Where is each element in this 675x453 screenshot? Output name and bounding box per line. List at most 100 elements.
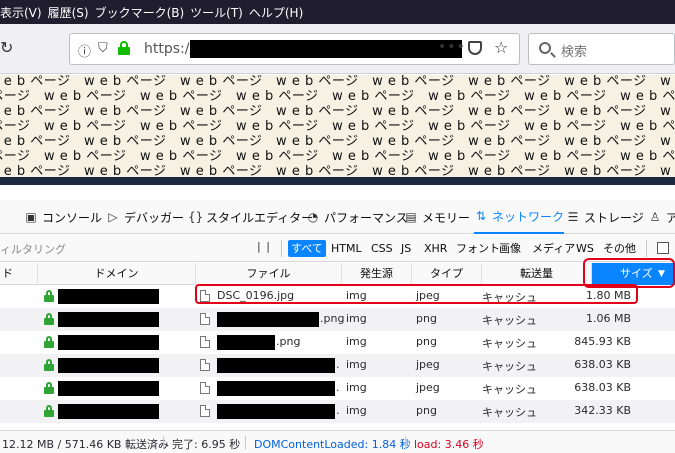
tab-network[interactable]: ⇅ ネットワーク	[474, 200, 565, 234]
filter-js[interactable]: JS	[398, 240, 414, 257]
table-row[interactable]: . img jpeg キャッシュ 638.03 KB	[0, 354, 675, 377]
filter-css[interactable]: CSS	[368, 240, 396, 257]
row-cause: img	[346, 404, 367, 417]
style-editor-icon: {}	[188, 210, 204, 224]
row-file: .png	[320, 312, 345, 325]
column-cause[interactable]: 発生源	[342, 263, 412, 285]
row-transferred: キャッシュ	[482, 360, 537, 373]
row-type: jpeg	[416, 381, 440, 394]
redacted-domain	[58, 381, 159, 396]
redacted-url	[190, 40, 462, 58]
redacted-file-name	[217, 335, 275, 350]
filter-other[interactable]: その他	[600, 240, 639, 257]
row-transferred: キャッシュ	[482, 406, 537, 419]
menu-help[interactable]: ヘルプ(H)	[249, 4, 309, 21]
pause-icon[interactable]: | |	[257, 240, 271, 253]
column-type[interactable]: タイプ	[412, 263, 482, 285]
row-transferred: キャッシュ	[482, 383, 537, 396]
tab-storage[interactable]: ☰ ストレージ	[566, 200, 644, 234]
page-bottom-strip	[0, 177, 675, 185]
row-type: png	[416, 335, 437, 348]
reload-icon[interactable]: ↻	[0, 38, 13, 57]
column-domain[interactable]: ドメイン	[38, 263, 196, 285]
row-size: 845.93 KB	[574, 335, 631, 348]
row-cause: img	[346, 335, 367, 348]
tab-console[interactable]: ▣ コンソール	[24, 200, 102, 234]
filter-xhr[interactable]: XHR	[421, 240, 450, 257]
filter-images[interactable]: 画像	[496, 240, 524, 257]
nav-toolbar: ↻ ⓘ ⛉ https:// ••• ☆ 検索	[0, 24, 675, 74]
divider	[281, 240, 282, 257]
menu-view[interactable]: 表示(V)	[0, 4, 48, 21]
secure-lock-icon	[44, 336, 54, 348]
memory-icon: ▤	[405, 210, 417, 224]
status-dom-content-loaded: DOMContentLoaded: 1.84 秒	[254, 438, 411, 451]
network-icon: ⇅	[475, 209, 487, 223]
page-actions-icon[interactable]: •••	[438, 39, 466, 55]
redacted-domain	[58, 335, 159, 350]
lock-icon[interactable]	[118, 41, 130, 55]
row-cause: img	[346, 312, 367, 325]
search-placeholder: 検索	[561, 45, 588, 60]
column-file[interactable]: ファイル	[196, 263, 342, 285]
tab-performance[interactable]: ◔ パフォーマンス	[306, 200, 408, 234]
search-box[interactable]: 検索	[528, 33, 675, 65]
url-bar[interactable]: ⓘ ⛉ https:// ••• ☆	[69, 33, 520, 65]
filter-media[interactable]: メディア	[529, 240, 578, 257]
column-transferred[interactable]: 転送量	[482, 263, 592, 285]
status-transferred: 12.12 MB / 571.46 KB 転送済み	[2, 438, 169, 451]
filter-ws[interactable]: WS	[573, 240, 597, 257]
tab-style-editor[interactable]: {} スタイルエディター	[188, 200, 313, 234]
menu-bar: 表示(V) 履歴(S) ブックマーク(B) ツール(T) ヘルプ(H)	[0, 0, 675, 24]
table-row[interactable]: .png img png キャッシュ 1.06 MB	[0, 308, 675, 331]
tab-debugger[interactable]: ▷ デバッガー	[106, 200, 184, 234]
tracking-shield-icon[interactable]: ⛉	[98, 41, 108, 56]
table-row[interactable]: .png img png キャッシュ 845.93 KB	[0, 331, 675, 354]
menu-history[interactable]: 履歴(S)	[48, 4, 95, 21]
info-icon[interactable]: ⓘ	[78, 41, 91, 60]
table-row[interactable]: . img png キャッシュ 342.33 KB	[0, 400, 675, 423]
menu-bookmarks[interactable]: ブックマーク(B)	[95, 4, 191, 21]
divider	[646, 240, 647, 257]
status-load: load: 3.46 秒	[414, 438, 484, 451]
row-transferred: キャッシュ	[482, 337, 537, 350]
redacted-domain	[58, 358, 159, 373]
page-text-row: w e b ページ w e b ページ w e b ページ w e b ページ …	[0, 104, 675, 119]
row-type: png	[416, 312, 437, 325]
row-file: .	[336, 358, 340, 371]
filter-url-input[interactable]: ィルタリング	[0, 241, 66, 257]
menu-tools[interactable]: ツール(T)	[190, 4, 249, 21]
row-cause: img	[346, 358, 367, 371]
page-text-row: w e b ページ w e b ページ w e b ページ w e b ページ …	[0, 75, 675, 89]
column-status[interactable]: ド	[0, 263, 38, 285]
disable-cache-checkbox[interactable]	[657, 242, 669, 254]
url-text[interactable]: https://	[144, 41, 194, 57]
storage-icon: ☰	[567, 210, 579, 224]
tab-accessibility[interactable]: ♙ ア	[648, 200, 675, 234]
pocket-icon[interactable]	[468, 41, 482, 55]
devtools-tab-bar: ▣ コンソール ▷ デバッガー {} スタイルエディター ◔ パフォーマンス ▤ メモリー…	[0, 200, 675, 234]
row-cause: img	[346, 381, 367, 394]
divider	[163, 436, 164, 449]
table-row[interactable]: . img jpeg キャッシュ 638.03 KB	[0, 377, 675, 400]
file-icon	[200, 359, 210, 371]
row-transferred: キャッシュ	[482, 314, 537, 327]
page-text-row: w e b ページ w e b ページ w e b ページ w e b ページ …	[0, 149, 675, 164]
divider	[245, 436, 246, 449]
file-icon	[200, 313, 210, 325]
filter-all[interactable]: すべて	[288, 240, 326, 257]
network-status-bar: 12.12 MB / 571.46 KB 転送済み 完了: 6.95 秒 DOM…	[0, 430, 675, 453]
file-icon	[200, 382, 210, 394]
secure-lock-icon	[44, 290, 54, 302]
file-icon	[200, 336, 210, 348]
row-size: 342.33 KB	[574, 404, 631, 417]
row-type: png	[416, 404, 437, 417]
tab-memory[interactable]: ▤ メモリー	[404, 200, 470, 234]
redacted-domain	[58, 404, 159, 419]
bookmark-star-icon[interactable]: ☆	[494, 38, 508, 57]
redacted-domain	[58, 289, 159, 304]
redacted-file-name	[217, 381, 335, 396]
row-file: .	[336, 404, 340, 417]
redacted-file-name	[217, 358, 335, 373]
filter-html[interactable]: HTML	[328, 240, 365, 257]
